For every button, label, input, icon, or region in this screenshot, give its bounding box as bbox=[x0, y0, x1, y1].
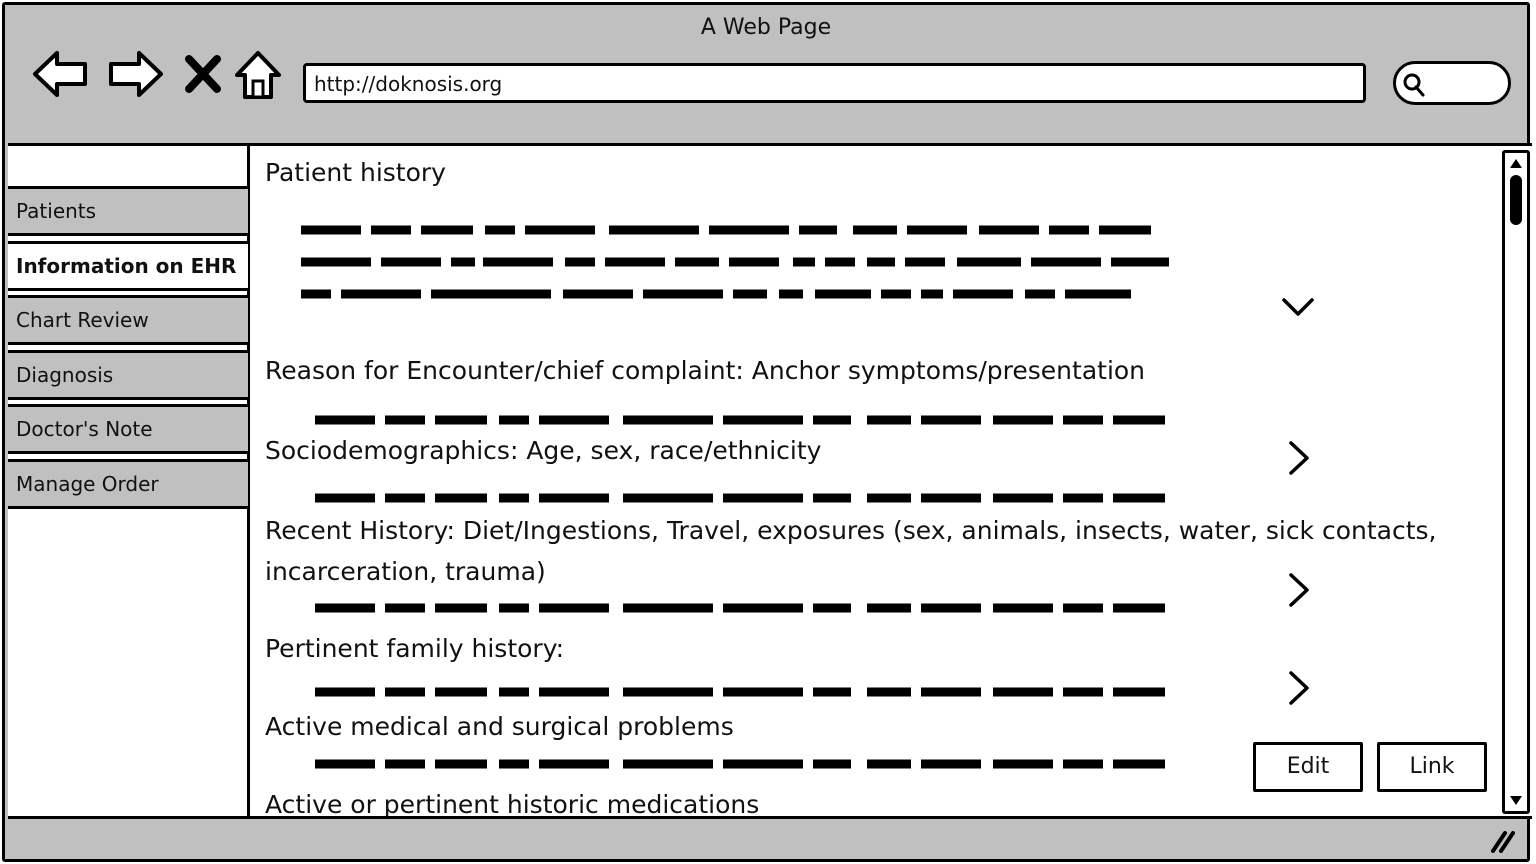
sidebar-item-chart-review[interactable]: Chart Review bbox=[8, 295, 248, 345]
placeholder-text-line bbox=[315, 687, 1165, 697]
placeholder-text-line bbox=[315, 603, 1165, 613]
placeholder-text-line bbox=[301, 289, 1131, 299]
sidebar-item-doctors-note[interactable]: Doctor's Note bbox=[8, 404, 248, 454]
back-arrow-icon[interactable] bbox=[31, 49, 89, 99]
vertical-scrollbar[interactable] bbox=[1502, 150, 1530, 814]
section-heading-family-history: Pertinent family history: bbox=[265, 634, 565, 663]
sidebar: Patients Information on EHR Chart Review… bbox=[8, 146, 250, 816]
url-text: http://doknosis.org bbox=[314, 72, 503, 96]
main-panel: Patient history Reason for Encounter/chi… bbox=[253, 146, 1503, 816]
sidebar-item-diagnosis[interactable]: Diagnosis bbox=[8, 350, 248, 400]
edit-button[interactable]: Edit bbox=[1253, 742, 1363, 792]
chevron-right-icon[interactable] bbox=[1281, 438, 1315, 478]
sidebar-item-information-on-ehr[interactable]: Information on EHR bbox=[8, 241, 248, 291]
forward-arrow-icon[interactable] bbox=[107, 49, 165, 99]
page-title: Patient history bbox=[265, 158, 446, 187]
sidebar-item-patients[interactable]: Patients bbox=[8, 186, 248, 236]
sidebar-item-label: Doctor's Note bbox=[16, 417, 153, 441]
placeholder-text-line bbox=[315, 493, 1165, 503]
placeholder-text-line bbox=[301, 257, 1169, 267]
placeholder-text-line bbox=[315, 415, 1165, 425]
sidebar-item-label: Manage Order bbox=[16, 472, 159, 496]
browser-window: A Web Page http://doknosis.org Patients … bbox=[2, 2, 1532, 862]
search-input[interactable] bbox=[1393, 61, 1511, 105]
stop-icon[interactable] bbox=[183, 53, 223, 95]
resize-grip-icon[interactable] bbox=[1489, 829, 1517, 853]
scroll-thumb[interactable] bbox=[1510, 175, 1522, 225]
window-title: A Web Page bbox=[700, 15, 832, 40]
status-bar bbox=[5, 819, 1527, 859]
section-heading-sociodemographics: Sociodemographics: Age, sex, race/ethnic… bbox=[265, 436, 822, 465]
scroll-down-icon[interactable] bbox=[1509, 795, 1523, 807]
sidebar-item-label: Chart Review bbox=[16, 308, 149, 332]
section-heading-active-problems: Active medical and surgical problems bbox=[265, 712, 734, 741]
link-button[interactable]: Link bbox=[1377, 742, 1487, 792]
scroll-up-icon[interactable] bbox=[1509, 157, 1523, 169]
placeholder-text-line bbox=[315, 759, 1165, 769]
sidebar-item-manage-order[interactable]: Manage Order bbox=[8, 459, 248, 509]
chevron-down-icon[interactable] bbox=[1281, 288, 1315, 328]
chevron-right-icon[interactable] bbox=[1281, 668, 1315, 708]
content-area: Patients Information on EHR Chart Review… bbox=[8, 143, 1532, 819]
placeholder-text-line bbox=[301, 225, 1151, 235]
sidebar-item-label: Information on EHR bbox=[16, 254, 237, 278]
home-icon[interactable] bbox=[233, 49, 283, 101]
section-heading-medications: Active or pertinent historic medications bbox=[265, 790, 760, 816]
sidebar-item-label: Patients bbox=[16, 199, 97, 223]
search-icon bbox=[1403, 73, 1425, 97]
sidebar-item-label: Diagnosis bbox=[16, 363, 114, 387]
section-heading-reason: Reason for Encounter/chief complaint: An… bbox=[265, 356, 1146, 385]
chevron-right-icon[interactable] bbox=[1281, 570, 1315, 610]
url-input[interactable]: http://doknosis.org bbox=[303, 63, 1366, 103]
